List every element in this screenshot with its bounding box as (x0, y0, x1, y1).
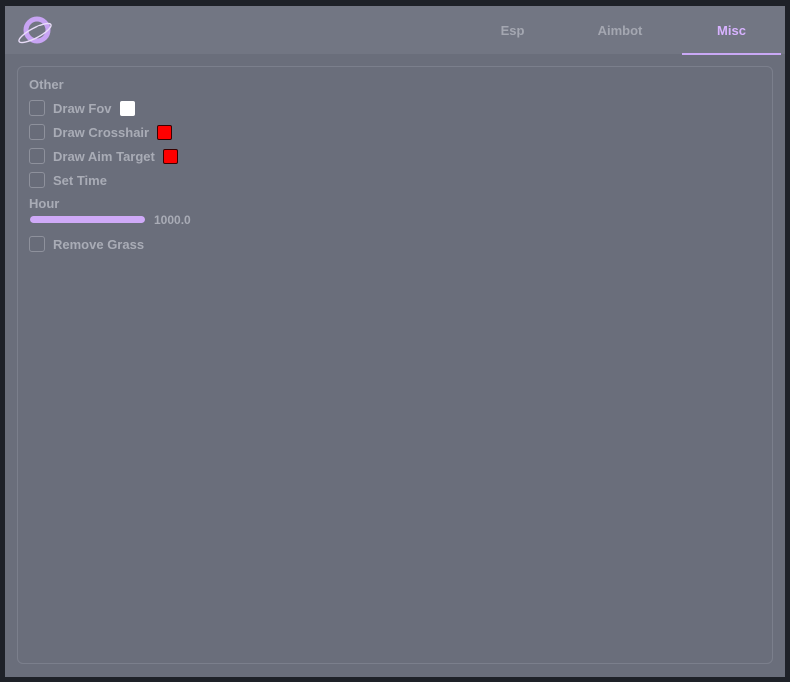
remove-grass-row: Remove Grass (29, 235, 144, 253)
draw-crosshair-label: Draw Crosshair (53, 124, 150, 140)
settings-panel: Other Draw Fov Draw Crosshair Draw Aim T… (17, 66, 773, 664)
draw-aim-target-color-picker[interactable] (162, 148, 178, 164)
set-time-row: Set Time (29, 171, 107, 189)
draw-crosshair-row: Draw Crosshair (29, 123, 173, 141)
draw-fov-checkbox[interactable] (29, 100, 45, 116)
tab-aimbot[interactable]: Aimbot (590, 6, 650, 54)
hour-slider[interactable] (30, 216, 145, 223)
set-time-label: Set Time (53, 172, 107, 188)
hour-slider-value: 1000.0 (154, 213, 191, 227)
set-time-checkbox[interactable] (29, 172, 45, 188)
draw-crosshair-checkbox[interactable] (29, 124, 45, 140)
remove-grass-label: Remove Grass (53, 236, 145, 252)
planet-logo-icon (18, 16, 52, 44)
hour-slider-fill (30, 216, 145, 223)
hour-slider-label: Hour (29, 196, 60, 211)
draw-fov-label: Draw Fov (53, 100, 112, 116)
menu-window: Esp Aimbot Misc Other Draw Fov Draw Cros… (5, 6, 785, 677)
draw-crosshair-color-picker[interactable] (157, 124, 173, 140)
active-tab-indicator (682, 53, 781, 55)
draw-fov-row: Draw Fov (29, 99, 135, 117)
draw-aim-target-label: Draw Aim Target (53, 148, 155, 164)
tab-misc[interactable]: Misc (682, 6, 781, 54)
section-title: Other (29, 77, 64, 92)
tab-esp[interactable]: Esp (485, 6, 540, 54)
draw-fov-color-picker[interactable] (119, 100, 135, 116)
draw-aim-target-row: Draw Aim Target (29, 147, 178, 165)
top-bar: Esp Aimbot Misc (5, 6, 785, 55)
remove-grass-checkbox[interactable] (29, 236, 45, 252)
draw-aim-target-checkbox[interactable] (29, 148, 45, 164)
